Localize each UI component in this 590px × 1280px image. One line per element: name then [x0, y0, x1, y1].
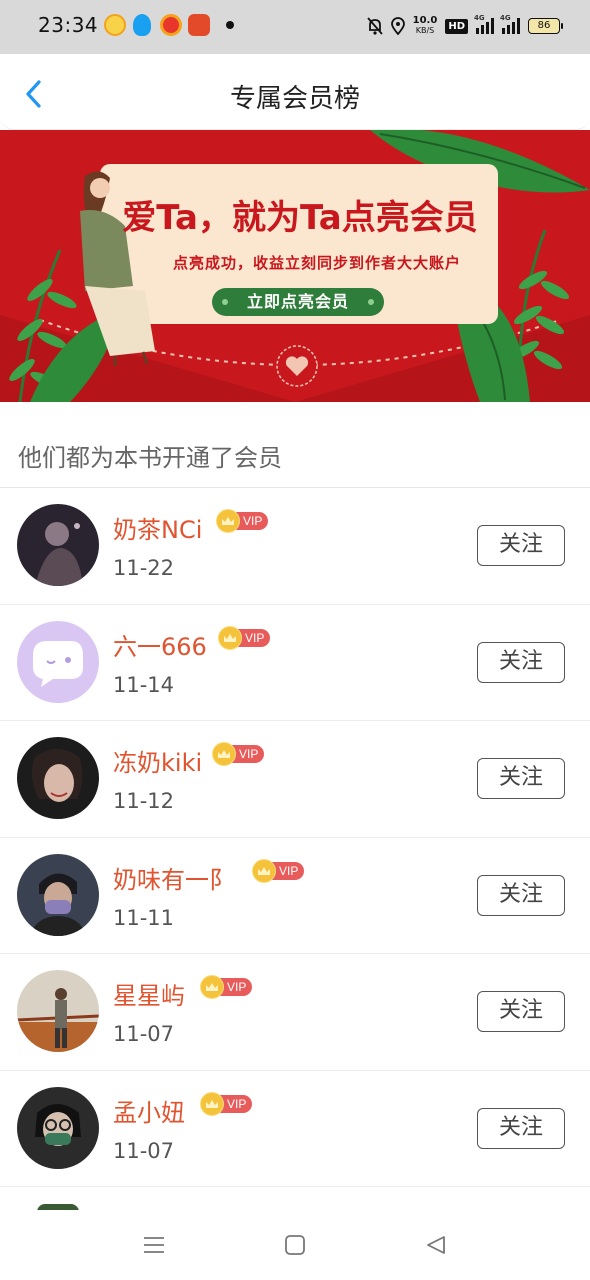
follow-button[interactable]: 关注: [477, 874, 565, 916]
vip-badge: VIP: [252, 858, 305, 883]
avatar[interactable]: [17, 1086, 99, 1169]
member-date: 11-07: [113, 1022, 175, 1046]
member-name[interactable]: 六一666: [113, 627, 207, 662]
follow-button[interactable]: 关注: [477, 991, 565, 1032]
avatar[interactable]: [17, 504, 99, 586]
location-pin-icon: [390, 17, 405, 35]
status-time: 23:34: [38, 13, 99, 37]
member-name[interactable]: 冻奶kiki: [113, 743, 202, 778]
heart-seal-icon: [276, 345, 318, 387]
vip-promo-banner[interactable]: 爱Ta，就为Ta点亮会员 点亮成功，收益立刻同步到作者大大账户 立即点亮会员: [0, 130, 590, 402]
vip-badge: VIP: [212, 742, 265, 766]
member-name[interactable]: 星星屿: [113, 976, 185, 1011]
avatar[interactable]: [17, 853, 99, 936]
vip-badge: VIP: [216, 509, 269, 533]
system-nav-bar: [0, 1210, 590, 1280]
signal-sim1-icon: 4G: [474, 14, 494, 34]
system-back-button[interactable]: [416, 1230, 456, 1260]
list-item[interactable]: 奶味有一阝 VIP 11-11 关注: [0, 838, 590, 954]
follow-button[interactable]: 关注: [477, 525, 565, 566]
member-date: 11-07: [113, 1138, 175, 1163]
member-date: 11-14: [113, 672, 175, 697]
list-item[interactable]: 奶茶NCi VIP 11-22 关注: [0, 488, 590, 605]
crown-icon: [252, 858, 276, 883]
member-date: 11-11: [113, 905, 175, 930]
qq-penguin-icon: [133, 14, 151, 36]
member-list: 奶茶NCi VIP 11-22 关注 六一666 VIP 11-14 关注 冻奶…: [0, 488, 590, 1187]
vip-badge: VIP: [218, 625, 271, 650]
back-triangle-icon: [427, 1236, 445, 1254]
follow-button[interactable]: 关注: [477, 641, 565, 683]
light-up-vip-button[interactable]: 立即点亮会员: [212, 288, 384, 316]
member-date: 11-12: [113, 789, 175, 813]
battery-icon: 86: [528, 18, 563, 34]
crown-icon: [218, 625, 242, 650]
avatar[interactable]: [17, 970, 99, 1052]
app-red-icon: [188, 14, 210, 36]
member-name[interactable]: 奶味有一阝: [113, 860, 233, 895]
crown-icon: [212, 742, 236, 766]
vip-badge: VIP: [200, 975, 253, 999]
home-square-icon: [285, 1235, 305, 1255]
hd-badge: HD: [445, 18, 468, 34]
section-title: 他们都为本书开通了会员: [18, 444, 282, 472]
status-indicators: 10.0 KB/S HD 4G 4G 86: [366, 12, 563, 40]
follow-button[interactable]: 关注: [477, 1107, 565, 1149]
avatar[interactable]: [17, 620, 99, 703]
member-name[interactable]: 孟小妞: [113, 1093, 185, 1128]
weibo-icon: [160, 14, 182, 36]
crown-icon: [200, 1091, 224, 1116]
emoji-face-icon: [104, 14, 126, 36]
banner-subtitle: 点亮成功，收益立刻同步到作者大大账户: [172, 254, 461, 272]
status-bar: 23:34 10.0 KB/S HD 4G 4G 86: [0, 0, 590, 54]
list-item[interactable]: 冻奶kiki VIP 11-12 关注: [0, 721, 590, 838]
menu-icon: [144, 1237, 164, 1253]
crown-icon: [216, 509, 240, 533]
crown-icon: [200, 975, 224, 999]
member-name[interactable]: 奶茶NCi: [113, 510, 202, 545]
list-item[interactable]: 六一666 VIP 11-14 关注: [0, 605, 590, 721]
mute-bell-icon: [366, 17, 383, 35]
follow-button[interactable]: 关注: [477, 758, 565, 799]
section-header: 他们都为本书开通了会员: [0, 402, 590, 488]
page-title: 专属会员榜: [229, 84, 360, 114]
avatar[interactable]: [17, 737, 99, 819]
menu-button[interactable]: [134, 1230, 174, 1260]
list-item[interactable]: 星星屿 VIP 11-07 关注: [0, 954, 590, 1071]
signal-sim2-icon: 4G: [500, 14, 520, 34]
network-speed: 10.0 KB/S: [412, 15, 438, 36]
member-date: 11-22: [113, 556, 175, 580]
header-bar: 专属会员榜: [0, 54, 590, 130]
banner-headline: 爱Ta，就为Ta点亮会员: [122, 198, 478, 238]
notification-dot-icon: [226, 21, 234, 29]
list-item[interactable]: 孟小妞 VIP 11-07 关注: [0, 1071, 590, 1187]
vip-badge: VIP: [200, 1091, 253, 1116]
home-button[interactable]: [275, 1230, 315, 1260]
